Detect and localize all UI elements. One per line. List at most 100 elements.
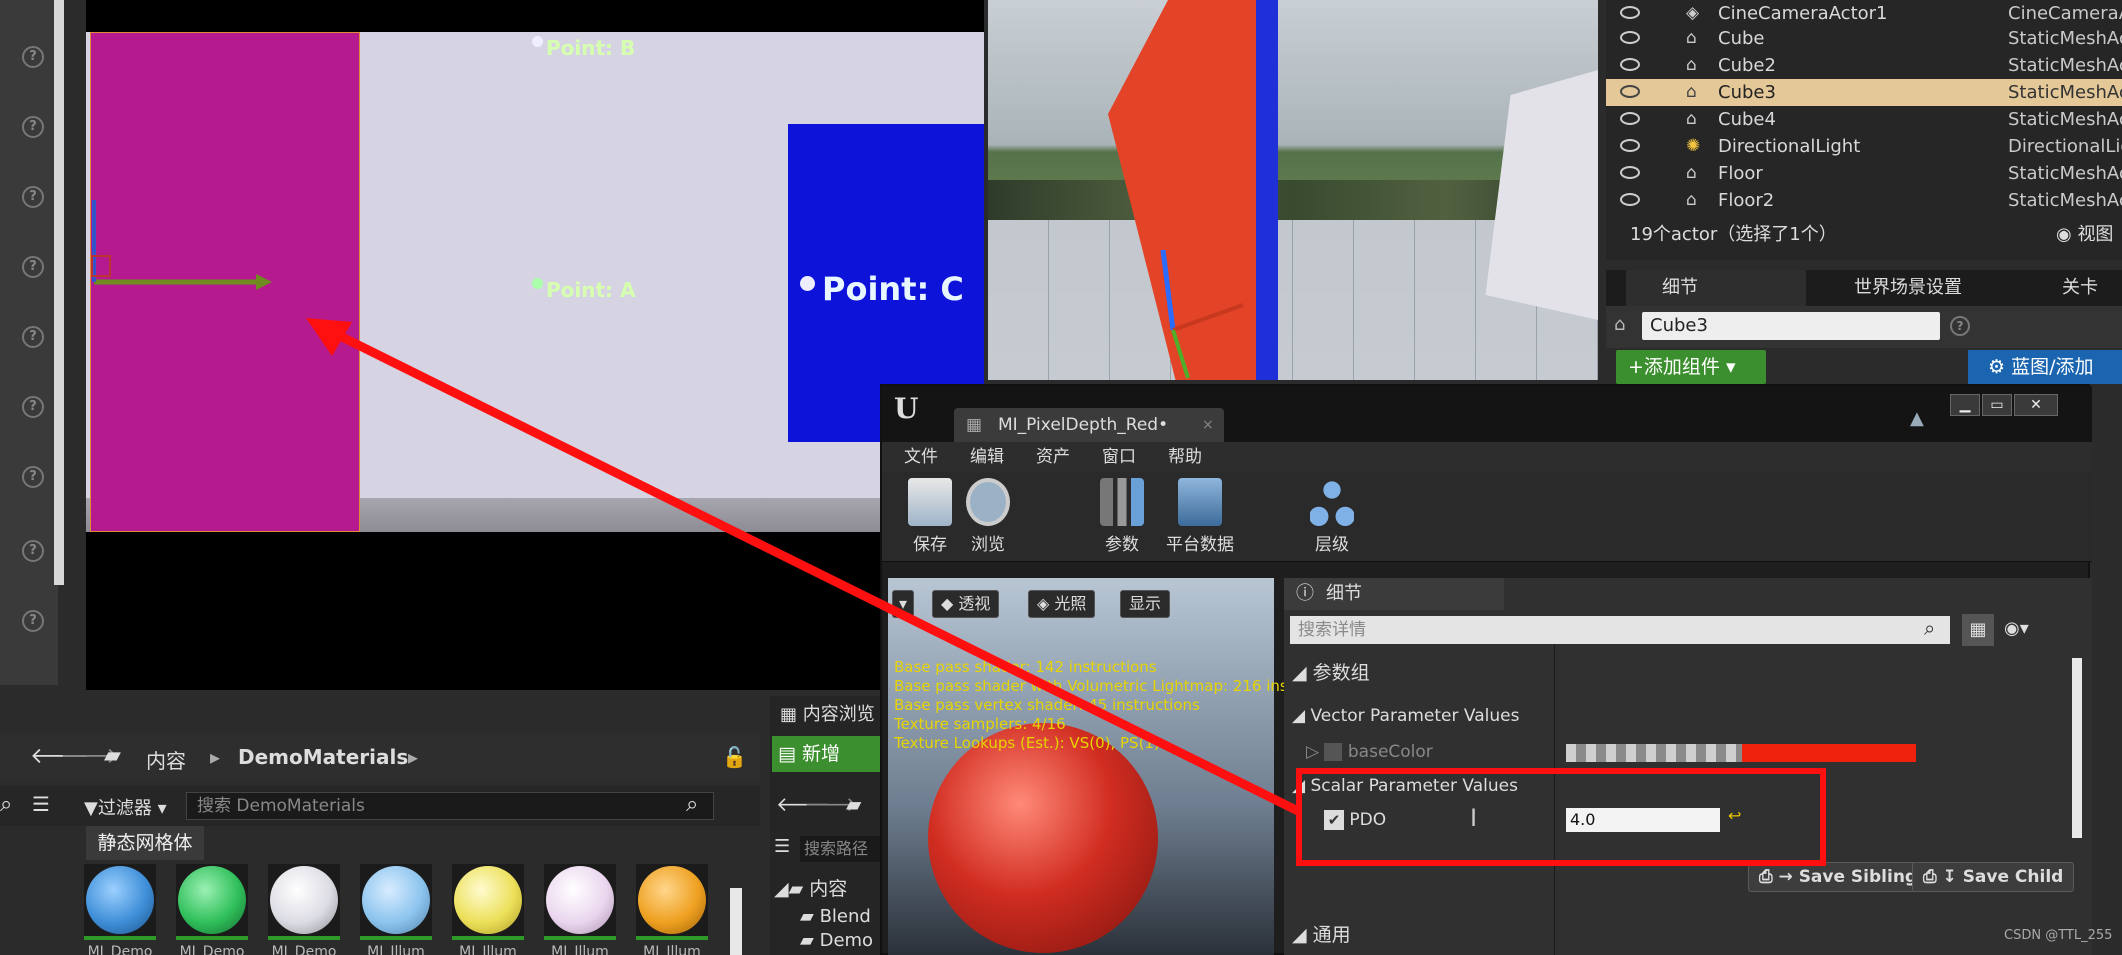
- eye-icon[interactable]: [1620, 85, 1640, 98]
- list-view-icon[interactable]: ☰: [32, 792, 50, 816]
- tree-root[interactable]: ◢▰ 内容: [774, 874, 847, 901]
- menu-edit[interactable]: 编辑: [970, 442, 1004, 472]
- outliner-row[interactable]: ⌂ Cube4 StaticMeshAc: [1606, 106, 2122, 133]
- help-icon[interactable]: ?: [1950, 316, 1970, 336]
- path-search-input[interactable]: 搜索路径: [800, 836, 880, 862]
- outliner-row-selected[interactable]: ⌂ Cube3 StaticMeshAc: [1606, 79, 2122, 106]
- help-icon[interactable]: ?: [22, 466, 44, 488]
- material-sphere: [270, 866, 338, 934]
- platform-data-button[interactable]: 平台数据: [1150, 478, 1250, 558]
- help-icon[interactable]: ?: [22, 186, 44, 208]
- new-button[interactable]: ▤ 新增: [772, 736, 880, 772]
- button-label: 光照: [1054, 594, 1087, 613]
- tab-content-browser[interactable]: ▦ 内容浏览: [780, 700, 875, 726]
- asset-thumbnail[interactable]: [268, 864, 340, 940]
- tab-details[interactable]: ⓘ 细节: [1284, 578, 1504, 610]
- perspective-button[interactable]: ◆ 透视: [932, 590, 1000, 618]
- actor-count: 19个actor（选择了1个）: [1630, 224, 1837, 245]
- vertical-scrollbar[interactable]: [54, 0, 64, 585]
- perspective-gizmo[interactable]: [988, 0, 1598, 380]
- eye-icon[interactable]: [1620, 31, 1640, 44]
- eye-icon[interactable]: [1620, 6, 1640, 19]
- lock-icon[interactable]: 🔓: [722, 745, 747, 769]
- graduation-cap-icon[interactable]: ▲: [1910, 408, 1924, 429]
- editor-title-bar[interactable]: U ▦ MI_PixelDepth_Red• × ▲ ▁ ▭ ✕: [882, 386, 2092, 442]
- asset-scrollbar[interactable]: [730, 888, 742, 955]
- eye-icon[interactable]: ◉▾: [2004, 618, 2029, 639]
- asset-thumbnail[interactable]: [176, 864, 248, 940]
- category-general[interactable]: ◢ 通用: [1292, 920, 2072, 947]
- actor-name-row: ⌂ Cube3 ?: [1606, 306, 2122, 348]
- toolbar-label: 浏览: [971, 535, 1005, 555]
- asset-thumbnail[interactable]: [84, 864, 156, 940]
- checkbox[interactable]: [1324, 743, 1343, 761]
- save-child-button[interactable]: ⎙ ↧ Save Child: [1912, 862, 2075, 892]
- outliner-row[interactable]: ⌂ Floor StaticMeshAc: [1606, 160, 2122, 187]
- close-icon[interactable]: ×: [1202, 408, 1214, 442]
- details-search-input[interactable]: 搜索详情: [1290, 616, 1950, 644]
- eye-icon[interactable]: [1620, 193, 1640, 206]
- outliner-row[interactable]: ◈ CineCameraActor1 CineCameraAc: [1606, 0, 2122, 27]
- search-icon[interactable]: ⌕: [0, 792, 12, 817]
- save-sibling-button[interactable]: ⎙ → Save Sibling: [1748, 862, 1929, 892]
- content-search-input[interactable]: 搜索 DemoMaterials: [186, 792, 714, 820]
- outliner-row[interactable]: ⌂ Cube2 StaticMeshAc: [1606, 52, 2122, 79]
- type-filter-tag[interactable]: 静态网格体: [86, 826, 204, 860]
- browse-button[interactable]: 浏览: [946, 478, 1030, 558]
- lit-button[interactable]: ◈ 光照: [1028, 590, 1096, 618]
- grid-view-icon[interactable]: ▦: [1962, 614, 1994, 646]
- menu-window[interactable]: 窗口: [1102, 442, 1136, 472]
- list-view-icon[interactable]: ☰: [774, 836, 790, 857]
- path-folder[interactable]: DemoMaterials: [238, 745, 408, 769]
- outliner-row[interactable]: ⌂ Cube StaticMeshAc: [1606, 25, 2122, 52]
- outliner-row[interactable]: ✺ DirectionalLight DirectionalLig: [1606, 133, 2122, 160]
- asset-thumbnail[interactable]: [360, 864, 432, 940]
- transform-gizmo[interactable]: [86, 0, 984, 690]
- help-icon[interactable]: ?: [22, 256, 44, 278]
- tree-item[interactable]: ▰ Demo: [800, 930, 873, 951]
- help-icon[interactable]: ?: [22, 326, 44, 348]
- help-icon[interactable]: ?: [22, 396, 44, 418]
- viewport-options-button[interactable]: ▾: [892, 590, 915, 618]
- tab-details[interactable]: 细节: [1626, 270, 1806, 306]
- tree-item[interactable]: ▰ Blend: [800, 906, 871, 927]
- close-button[interactable]: ✕: [2014, 394, 2058, 416]
- viewport-perspective[interactable]: [988, 0, 1598, 380]
- menu-file[interactable]: 文件: [904, 442, 938, 472]
- content-filter-bar: ⌕ ☰ ▼过滤器 ▾ 搜索 DemoMaterials ⌕: [0, 786, 760, 826]
- menu-asset[interactable]: 资产: [1036, 442, 1070, 472]
- outliner-row[interactable]: ⌂ Floor2 StaticMeshAc: [1606, 187, 2122, 214]
- help-icon[interactable]: ?: [22, 610, 44, 632]
- maximize-button[interactable]: ▭: [1982, 394, 2012, 416]
- asset-thumbnail[interactable]: [452, 864, 524, 940]
- actor-name-input[interactable]: Cube3: [1642, 312, 1940, 340]
- blueprint-add-button[interactable]: ⚙ 蓝图/添加: [1968, 350, 2122, 384]
- help-icon[interactable]: ?: [22, 116, 44, 138]
- help-icon[interactable]: ?: [22, 46, 44, 68]
- tab-mi-pixeldepth[interactable]: ▦ MI_PixelDepth_Red• ×: [954, 408, 1224, 442]
- tab-level[interactable]: 关卡: [2026, 270, 2122, 306]
- path-root[interactable]: 内容: [146, 745, 186, 774]
- eye-icon[interactable]: [1620, 166, 1640, 179]
- tab-world-settings[interactable]: 世界场景设置: [1816, 270, 2016, 306]
- menu-help[interactable]: 帮助: [1168, 442, 1202, 472]
- vector-param-group[interactable]: ◢ Vector Parameter Values: [1292, 706, 2072, 726]
- filter-button[interactable]: ▼过滤器 ▾: [84, 794, 167, 820]
- minimize-button[interactable]: ▁: [1950, 394, 1980, 416]
- base-color-value[interactable]: [1742, 744, 1916, 762]
- asset-thumbnail[interactable]: [636, 864, 708, 940]
- show-button[interactable]: 显示: [1120, 590, 1171, 618]
- eye-icon[interactable]: [1620, 58, 1640, 71]
- material-preview-viewport[interactable]: ▾ ◆ 透视 ◈ 光照 显示 Base pass shader: 142 ins…: [888, 578, 1288, 955]
- asset-label: MI_Illum: [551, 944, 609, 955]
- eye-icon[interactable]: [1620, 112, 1640, 125]
- viewport-orthographic[interactable]: Point: B Point: A Point: C: [86, 0, 984, 690]
- unreal-logo-icon: U: [894, 392, 919, 425]
- category-params[interactable]: ◢ 参数组: [1292, 658, 2072, 685]
- view-options-button[interactable]: ◉ 视图: [2056, 218, 2113, 252]
- hierarchy-button[interactable]: 层级: [1290, 478, 1374, 558]
- add-component-button[interactable]: +添加组件 ▾: [1616, 350, 1766, 384]
- help-icon[interactable]: ?: [22, 540, 44, 562]
- asset-thumbnail[interactable]: [544, 864, 616, 940]
- eye-icon[interactable]: [1620, 139, 1640, 152]
